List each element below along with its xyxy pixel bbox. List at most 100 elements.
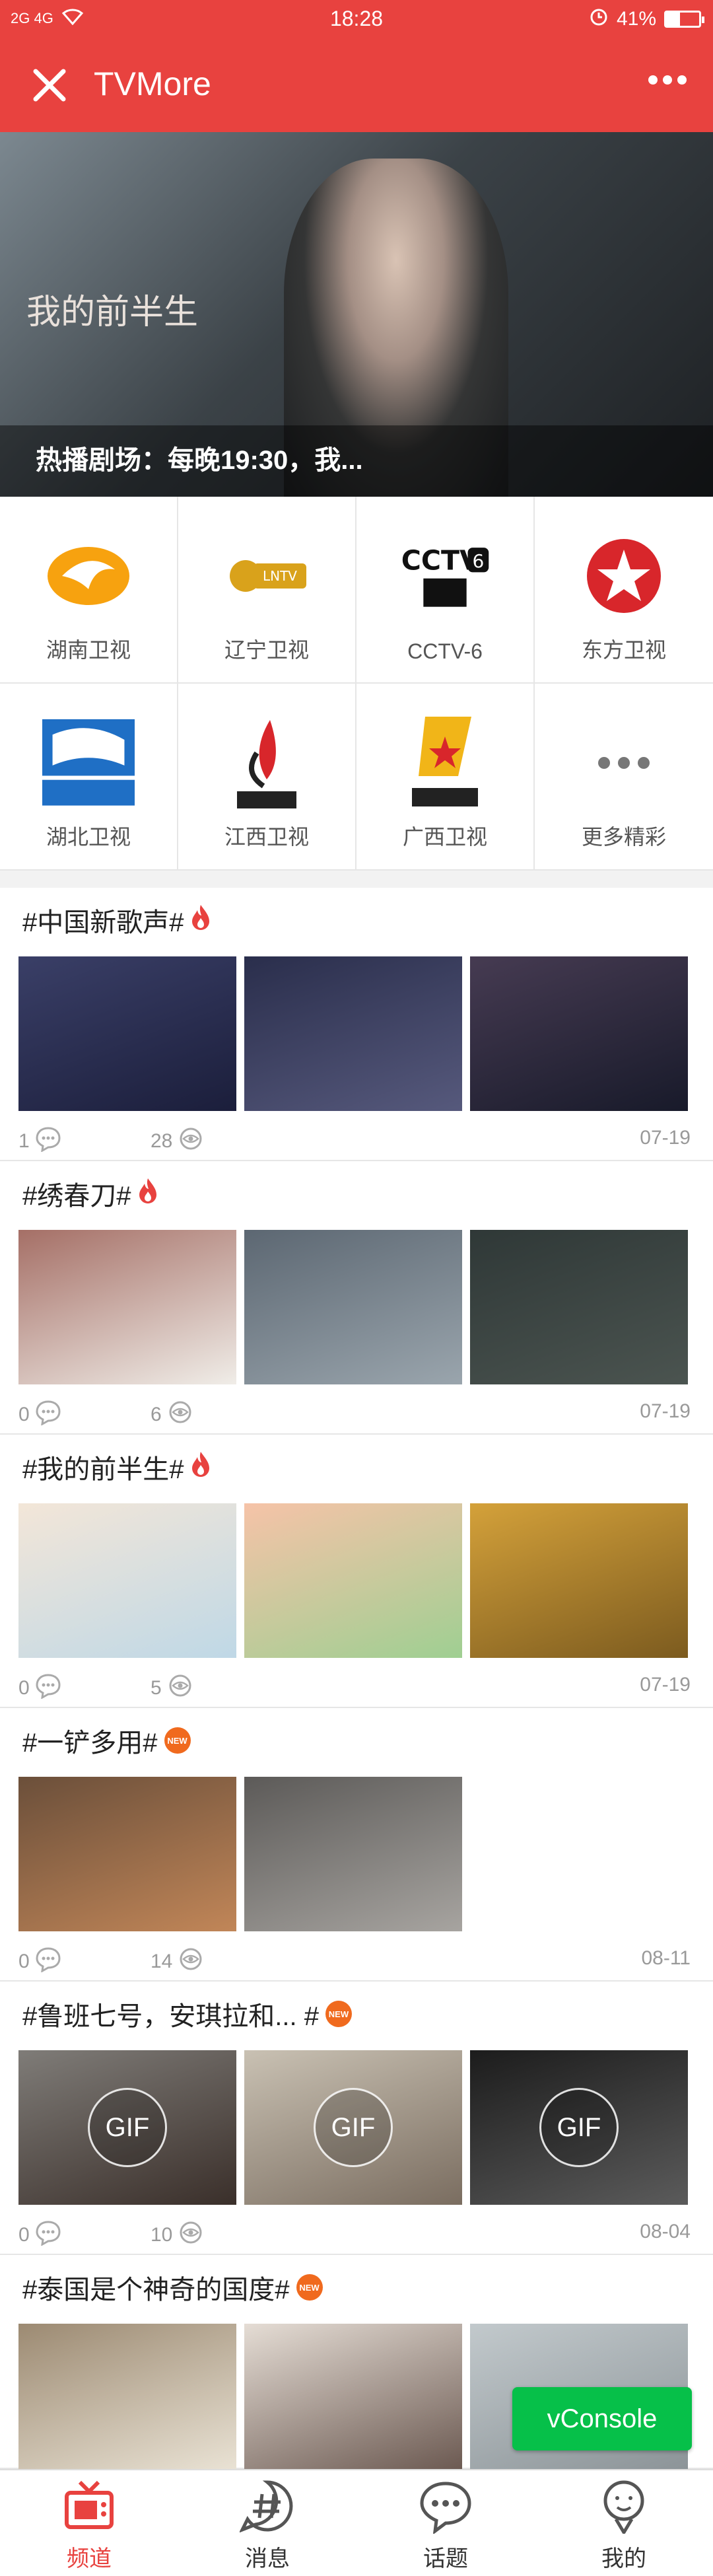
channel-label: 湖南卫视 [46,638,131,662]
eye-icon [178,1946,204,1978]
topic-title[interactable]: #我的前半生# [22,1448,211,1486]
topic-thumbnail[interactable] [470,1230,688,1384]
topic-thumbnail[interactable] [470,956,688,1111]
vconsole-button[interactable]: vConsole [512,2387,692,2451]
comment-count[interactable]: 1 [18,1126,61,1157]
eye-icon [167,1399,193,1431]
topic-title[interactable]: #鲁班七号，安琪拉和... # NEW [22,1995,352,2033]
profile-icon [596,2478,652,2536]
comment-icon [35,1672,61,1704]
topic-card[interactable]: #我的前半生# 0 5 07-19 [0,1435,713,1708]
comment-count-value: 0 [18,1677,30,1699]
view-count-value: 10 [151,2224,173,2246]
section-divider [0,871,713,888]
eye-icon [167,1672,193,1704]
alarm-icon [589,7,609,32]
topic-thumbnail[interactable] [18,1503,236,1658]
channel-label: 辽宁卫视 [224,638,309,662]
channel-guangxi[interactable]: 广西卫视 [356,684,535,871]
topic-thumbnail[interactable] [244,1503,462,1658]
channel-hunan[interactable]: 湖南卫视 [0,497,178,684]
comment-count[interactable]: 0 [18,1672,61,1704]
channel-hubei[interactable]: 湖北卫视 [0,684,178,871]
tab-channels[interactable]: 频道 [0,2470,178,2576]
view-count: 6 [151,1399,193,1431]
topic-thumbnail[interactable] [18,1230,236,1384]
comment-count-value: 0 [18,1950,30,1972]
battery-icon [664,11,704,28]
channel-more[interactable]: 更多精彩 [535,684,713,871]
topic-thumbnail[interactable] [18,2324,236,2469]
topic-title[interactable]: #绣春刀# [22,1174,158,1213]
battery-percent: 41% [616,8,656,30]
topic-title[interactable]: #中国新歌声# [22,901,211,939]
view-count-value: 6 [151,1404,162,1425]
topic-thumbnail[interactable]: GIF [470,2050,688,2205]
tab-label: 消息 [245,2546,290,2571]
channel-dongfang[interactable]: 东方卫视 [535,497,713,684]
tab-label: 话题 [423,2546,468,2571]
tab-label: 我的 [601,2546,646,2571]
topic-thumbnail[interactable] [244,1777,462,1931]
tab-profile[interactable]: 我的 [535,2470,713,2576]
topic-title[interactable]: #一铲多用# NEW [22,1721,191,1760]
topic-thumbnail[interactable] [18,1777,236,1931]
channel-label: 广西卫视 [402,825,487,849]
view-count: 28 [151,1126,204,1157]
dragon-tv-logo [578,530,670,622]
status-bar: 2G 4G 18:28 41% [0,0,713,41]
channel-cctv6[interactable]: CCTV 6 CCTV-6 [356,497,535,684]
view-count-value: 5 [151,1677,162,1699]
tab-messages[interactable]: 消息 [178,2470,356,2576]
close-icon[interactable] [26,62,73,108]
channel-label: 更多精彩 [581,825,666,849]
topic-thumbnail[interactable]: GIF [244,2050,462,2205]
bottom-tab-bar: 频道 消息 话题 我的 [0,2469,713,2576]
channel-label: 东方卫视 [581,638,666,662]
topic-date: 08-04 [640,2221,691,2242]
topic-title-text: #中国新歌声# [22,908,184,937]
more-dots-icon[interactable] [648,75,687,85]
tab-topics[interactable]: 话题 [356,2470,535,2576]
topic-thumbnail[interactable] [244,956,462,1111]
fire-icon [191,1450,211,1484]
view-count: 5 [151,1672,193,1704]
comment-count[interactable]: 0 [18,2219,61,2251]
topic-card[interactable]: #鲁班七号，安琪拉和... # NEW GIF GIF GIF 0 10 08-04 [0,1982,713,2255]
view-count-value: 14 [151,1950,173,1972]
fire-icon [191,904,211,937]
svg-text:6: 6 [472,550,484,572]
topic-card[interactable]: #绣春刀# 0 6 07-19 [0,1161,713,1435]
topic-thumbnail[interactable] [470,1503,688,1658]
topic-thumbnail[interactable]: GIF [18,2050,236,2205]
channel-label: CCTV-6 [407,639,483,663]
comment-count[interactable]: 0 [18,1399,61,1431]
channel-liaoning[interactable]: LNTV 辽宁卫视 [178,497,356,684]
comment-count-value: 1 [18,1130,30,1152]
channel-jiangxi[interactable]: 江西卫视 [178,684,356,871]
topic-thumbnail[interactable] [244,1230,462,1384]
view-count-value: 28 [151,1130,173,1152]
topic-card[interactable]: #一铲多用# NEW 0 14 08-11 [0,1708,713,1982]
banner-logo-text: 我的前半生 [26,293,199,332]
topic-date: 07-19 [640,1674,691,1696]
topic-thumbnail[interactable] [244,2324,462,2469]
view-count: 14 [151,1946,204,1978]
topic-thumbnail[interactable] [18,956,236,1111]
app-header: TVMore [0,41,713,132]
comment-icon [35,1946,61,1978]
fire-icon [138,1177,158,1210]
comment-count[interactable]: 0 [18,1946,61,1978]
hero-banner[interactable]: 我的前半生 热播剧场：每晚19:30，我... [0,132,713,497]
gif-badge: GIF [88,2088,167,2167]
topic-title-text: #鲁班七号，安琪拉和... # [22,2002,319,2031]
page-title: TVMore [94,65,211,102]
guangxi-tv-logo [399,717,491,809]
eye-icon [178,1126,204,1157]
topic-date: 08-11 [641,1947,691,1969]
topic-title[interactable]: #泰国是个神奇的国度# NEW [22,2268,323,2307]
comment-count-value: 0 [18,1404,30,1425]
more-icon [578,717,670,809]
topic-card[interactable]: #中国新歌声# 1 28 07-19 [0,888,713,1161]
gif-badge: GIF [314,2088,393,2167]
